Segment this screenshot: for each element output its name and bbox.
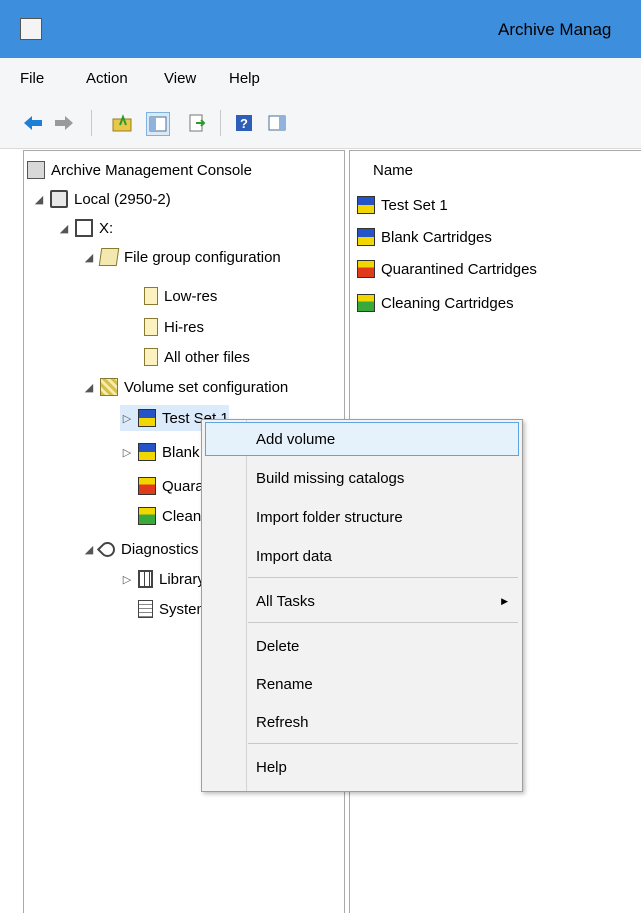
menu-separator bbox=[248, 577, 518, 578]
menu-separator bbox=[248, 743, 518, 744]
tree-item-label: Archive Management Console bbox=[51, 161, 252, 179]
file-group-item-icon bbox=[144, 318, 158, 336]
list-item-label: Quarantined Cartridges bbox=[381, 260, 537, 278]
tree-item-system[interactable]: System bbox=[138, 596, 209, 622]
menu-item-label: Rename bbox=[256, 675, 313, 693]
menu-item-build-missing-catalogs[interactable]: Build missing catalogs bbox=[202, 461, 522, 495]
tree-item-label: Diagnostics bbox=[121, 540, 199, 558]
file-group-item-icon bbox=[144, 287, 158, 305]
tree-item-library[interactable]: ▷ Library bbox=[120, 566, 205, 592]
tree-item-all-other[interactable]: All other files bbox=[144, 344, 250, 370]
tree-item-local[interactable]: ◢ Local (2950-2) bbox=[32, 186, 171, 212]
menu-item-refresh[interactable]: Refresh bbox=[202, 705, 522, 739]
menu-item-label: Refresh bbox=[256, 713, 309, 731]
tree-item-label: Low-res bbox=[164, 287, 218, 305]
file-group-icon bbox=[98, 248, 120, 266]
tree-item-label: X: bbox=[99, 219, 114, 237]
menu-item-import-folder-structure[interactable]: Import folder structure bbox=[202, 500, 522, 534]
tree-item-file-group[interactable]: ◢ File group configuration bbox=[82, 244, 281, 270]
expanded-triangle-icon[interactable]: ◢ bbox=[82, 543, 96, 556]
list-item-label: Cleaning Cartridges bbox=[381, 294, 514, 312]
tree-item-label: Library bbox=[159, 570, 205, 588]
show-action-pane-icon[interactable] bbox=[266, 112, 288, 134]
menu-view[interactable]: View bbox=[164, 70, 196, 87]
expanded-triangle-icon[interactable]: ◢ bbox=[82, 381, 96, 394]
up-folder-icon[interactable] bbox=[111, 112, 133, 134]
toolbar-separator bbox=[91, 110, 92, 136]
context-menu: Add volume Build missing catalogs Import… bbox=[201, 419, 523, 792]
cartridge-green-icon bbox=[357, 294, 375, 312]
computer-icon bbox=[50, 190, 68, 208]
menu-item-label: All Tasks bbox=[256, 592, 315, 610]
menu-action[interactable]: Action bbox=[86, 70, 128, 87]
app-icon[interactable] bbox=[20, 18, 42, 40]
menu-item-all-tasks[interactable]: All Tasks ▶ bbox=[202, 584, 522, 618]
console-icon bbox=[27, 161, 45, 179]
toolbar-separator bbox=[220, 110, 221, 136]
menu-item-import-data[interactable]: Import data bbox=[202, 539, 522, 573]
cartridge-red-icon bbox=[138, 477, 156, 495]
wrench-icon bbox=[96, 538, 119, 560]
menu-item-add-volume[interactable]: Add volume bbox=[205, 422, 519, 456]
menu-item-label: Delete bbox=[256, 637, 300, 655]
collapsed-triangle-icon[interactable]: ▷ bbox=[120, 446, 134, 459]
cartridge-blue-icon bbox=[138, 443, 156, 461]
svg-text:?: ? bbox=[240, 116, 248, 131]
cartridge-blue-icon bbox=[357, 196, 375, 214]
menu-item-delete[interactable]: Delete bbox=[202, 629, 522, 663]
collapsed-triangle-icon[interactable]: ▷ bbox=[120, 573, 134, 586]
menu-help[interactable]: Help bbox=[229, 70, 260, 87]
cartridge-red-icon bbox=[357, 260, 375, 278]
back-arrow-icon[interactable] bbox=[22, 112, 44, 134]
expanded-triangle-icon[interactable]: ◢ bbox=[82, 251, 96, 264]
export-list-icon[interactable] bbox=[186, 112, 208, 134]
menu-item-rename[interactable]: Rename bbox=[202, 667, 522, 701]
tree-item-drive[interactable]: ◢ X: bbox=[57, 215, 113, 241]
drive-icon bbox=[75, 219, 93, 237]
cartridge-blue-icon bbox=[138, 409, 156, 427]
list-item[interactable]: Test Set 1 bbox=[357, 192, 448, 218]
help-icon[interactable]: ? bbox=[233, 112, 255, 134]
tree-item-diagnostics[interactable]: ◢ Diagnostics bbox=[82, 536, 199, 562]
system-log-icon bbox=[138, 600, 153, 618]
submenu-arrow-icon: ▶ bbox=[501, 595, 508, 606]
list-item-label: Test Set 1 bbox=[381, 196, 448, 214]
column-header-name[interactable]: Name bbox=[373, 162, 413, 179]
window-title: Archive Manag bbox=[498, 20, 612, 39]
tree-item-hi-res[interactable]: Hi-res bbox=[144, 314, 204, 340]
cartridge-blue-icon bbox=[357, 228, 375, 246]
expanded-triangle-icon[interactable]: ◢ bbox=[57, 222, 71, 235]
menu-item-label: Import data bbox=[256, 547, 332, 565]
menu-item-label: Import folder structure bbox=[256, 508, 403, 526]
tree-item-volume-set[interactable]: ◢ Volume set configuration bbox=[82, 374, 288, 400]
menu-item-label: Add volume bbox=[256, 430, 336, 448]
menu-separator bbox=[248, 622, 518, 623]
list-item-label: Blank Cartridges bbox=[381, 228, 492, 246]
tree-item-label: Hi-res bbox=[164, 318, 204, 336]
file-group-item-icon bbox=[144, 348, 158, 366]
toolbar bbox=[0, 98, 641, 149]
title-bar: Archive Manag bbox=[0, 0, 641, 58]
forward-arrow-icon[interactable] bbox=[53, 112, 75, 134]
list-item[interactable]: Quarantined Cartridges bbox=[357, 256, 537, 282]
list-item[interactable]: Blank Cartridges bbox=[357, 224, 492, 250]
show-hide-tree-icon[interactable] bbox=[146, 112, 170, 136]
expanded-triangle-icon[interactable]: ◢ bbox=[32, 193, 46, 206]
menu-file[interactable]: File bbox=[20, 70, 44, 87]
list-item[interactable]: Cleaning Cartridges bbox=[357, 290, 514, 316]
tree-item-label: All other files bbox=[164, 348, 250, 366]
cartridge-green-icon bbox=[138, 507, 156, 525]
menu-item-help[interactable]: Help bbox=[202, 750, 522, 784]
menu-item-label: Help bbox=[256, 758, 287, 776]
tree-item-label: Volume set configuration bbox=[124, 378, 289, 396]
volume-set-icon bbox=[100, 378, 118, 396]
collapsed-triangle-icon[interactable]: ▷ bbox=[120, 412, 134, 425]
menu-item-label: Build missing catalogs bbox=[256, 469, 405, 487]
tree-item-label: Local (2950-2) bbox=[74, 190, 171, 208]
tree-item-low-res[interactable]: Low-res bbox=[144, 283, 217, 309]
tree-item-label: File group configuration bbox=[124, 248, 281, 266]
tree-item-root[interactable]: Archive Management Console bbox=[27, 157, 252, 183]
library-icon bbox=[138, 570, 153, 588]
